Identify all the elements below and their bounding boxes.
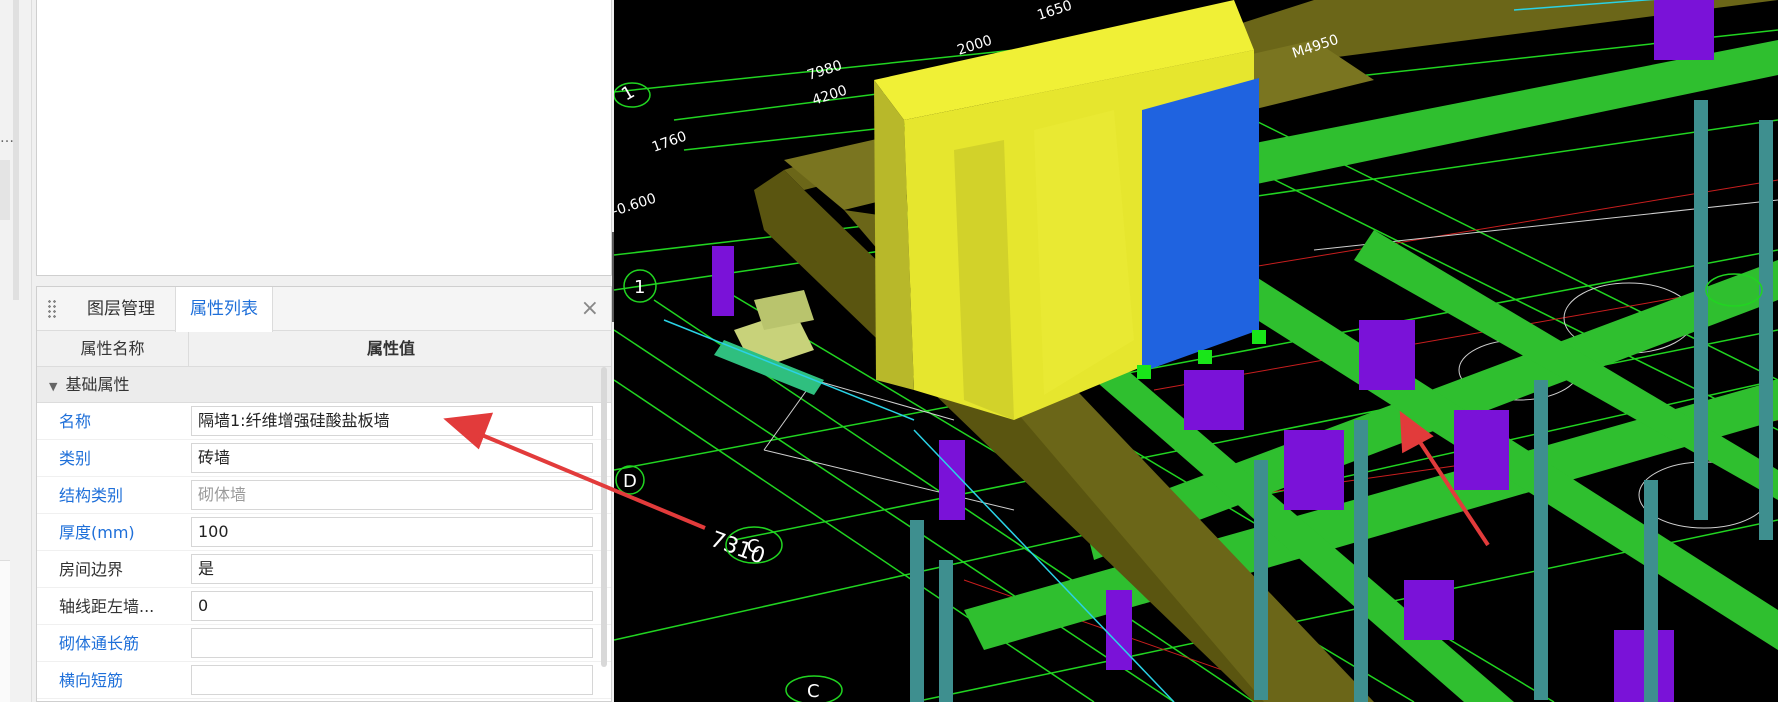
property-row: 房间边界 是 — [37, 551, 611, 588]
panel-tab-bar: 图层管理 属性列表 × — [37, 287, 611, 332]
left-scrollbar[interactable] — [13, 0, 19, 300]
property-name-label: 厚度(mm) — [59, 523, 135, 542]
header-property-name: 属性名称 — [37, 331, 189, 366]
property-row: 厚度(mm) 100 — [37, 514, 611, 551]
dim-label: 7980 — [805, 58, 844, 84]
property-value-field[interactable]: 是 — [191, 554, 593, 584]
property-value-field[interactable]: 砌体墙 — [191, 480, 593, 510]
caret-down-icon[interactable]: ▼ — [49, 380, 57, 393]
property-value-field[interactable]: 100 — [191, 517, 593, 547]
upper-blank-panel — [36, 0, 612, 276]
property-name-label: 砌体通长筋 — [59, 634, 140, 653]
property-row: 砌体通长筋 — [37, 625, 611, 662]
dim-label: 1760 — [650, 129, 689, 156]
group-basic-properties[interactable]: ▼ 基础属性 — [37, 367, 611, 403]
property-row: 结构类别 砌体墙 — [37, 477, 611, 514]
property-rows: 名称 隔墙1:纤维增强硅酸盐板墙 类别 砖墙 结构类别 砌体墙 厚度(mm) 1… — [37, 403, 611, 699]
drag-grip-icon[interactable] — [47, 299, 57, 319]
close-icon[interactable]: × — [581, 295, 599, 323]
property-value-field[interactable]: 隔墙1:纤维增强硅酸盐板墙 — [191, 406, 593, 436]
property-name-label: 横向短筋 — [59, 671, 124, 690]
left-strip-glyph: … — [0, 130, 14, 146]
left-strip-block — [0, 160, 10, 220]
property-table-header: 属性名称 属性值 — [37, 331, 611, 367]
blue-wall — [1137, 78, 1266, 379]
property-panel: 图层管理 属性列表 × 属性名称 属性值 ▼ 基础属性 名称 隔墙1:纤维增强硅酸… — [36, 286, 612, 702]
property-name-label: 名称 — [59, 412, 92, 431]
left-side-strip: … — [0, 0, 32, 702]
viewport-canvas[interactable]: 7980 4200 1760 2000 1650 M4950 -0.600 73… — [614, 0, 1778, 702]
property-value-field[interactable]: 砖墙 — [191, 443, 593, 473]
property-name-label: 房间边界 — [59, 560, 124, 579]
property-name-label: 轴线距左墙... — [59, 597, 155, 616]
axis-label: 1 — [618, 81, 638, 105]
tab-layer-management[interactable]: 图层管理 — [73, 287, 169, 331]
axis-label: 1 — [634, 277, 645, 298]
property-row: 横向短筋 — [37, 662, 611, 699]
axis-label: C — [807, 681, 820, 702]
elevation-label: -0.600 — [614, 191, 658, 220]
property-panel-scrollbar[interactable] — [601, 367, 607, 667]
group-label: 基础属性 — [65, 375, 130, 394]
property-row: 轴线距左墙... 0 — [37, 588, 611, 625]
left-strip-panel — [0, 560, 10, 702]
dim-label: 4200 — [810, 83, 849, 109]
property-value-field[interactable]: 0 — [191, 591, 593, 621]
header-property-value: 属性值 — [366, 339, 415, 358]
axis-label: C — [747, 536, 760, 557]
3d-viewport[interactable]: 7980 4200 1760 2000 1650 M4950 -0.600 73… — [614, 0, 1778, 702]
axis-label: D — [623, 471, 637, 492]
property-name-label: 类别 — [59, 449, 92, 468]
property-name-label: 结构类别 — [59, 486, 124, 505]
property-value-field[interactable] — [191, 665, 593, 695]
property-row: 名称 隔墙1:纤维增强硅酸盐板墙 — [37, 403, 611, 440]
dim-label: 1650 — [1035, 0, 1074, 24]
tab-property-list[interactable]: 属性列表 — [175, 287, 273, 332]
property-value-field[interactable] — [191, 628, 593, 658]
property-row: 类别 砖墙 — [37, 440, 611, 477]
